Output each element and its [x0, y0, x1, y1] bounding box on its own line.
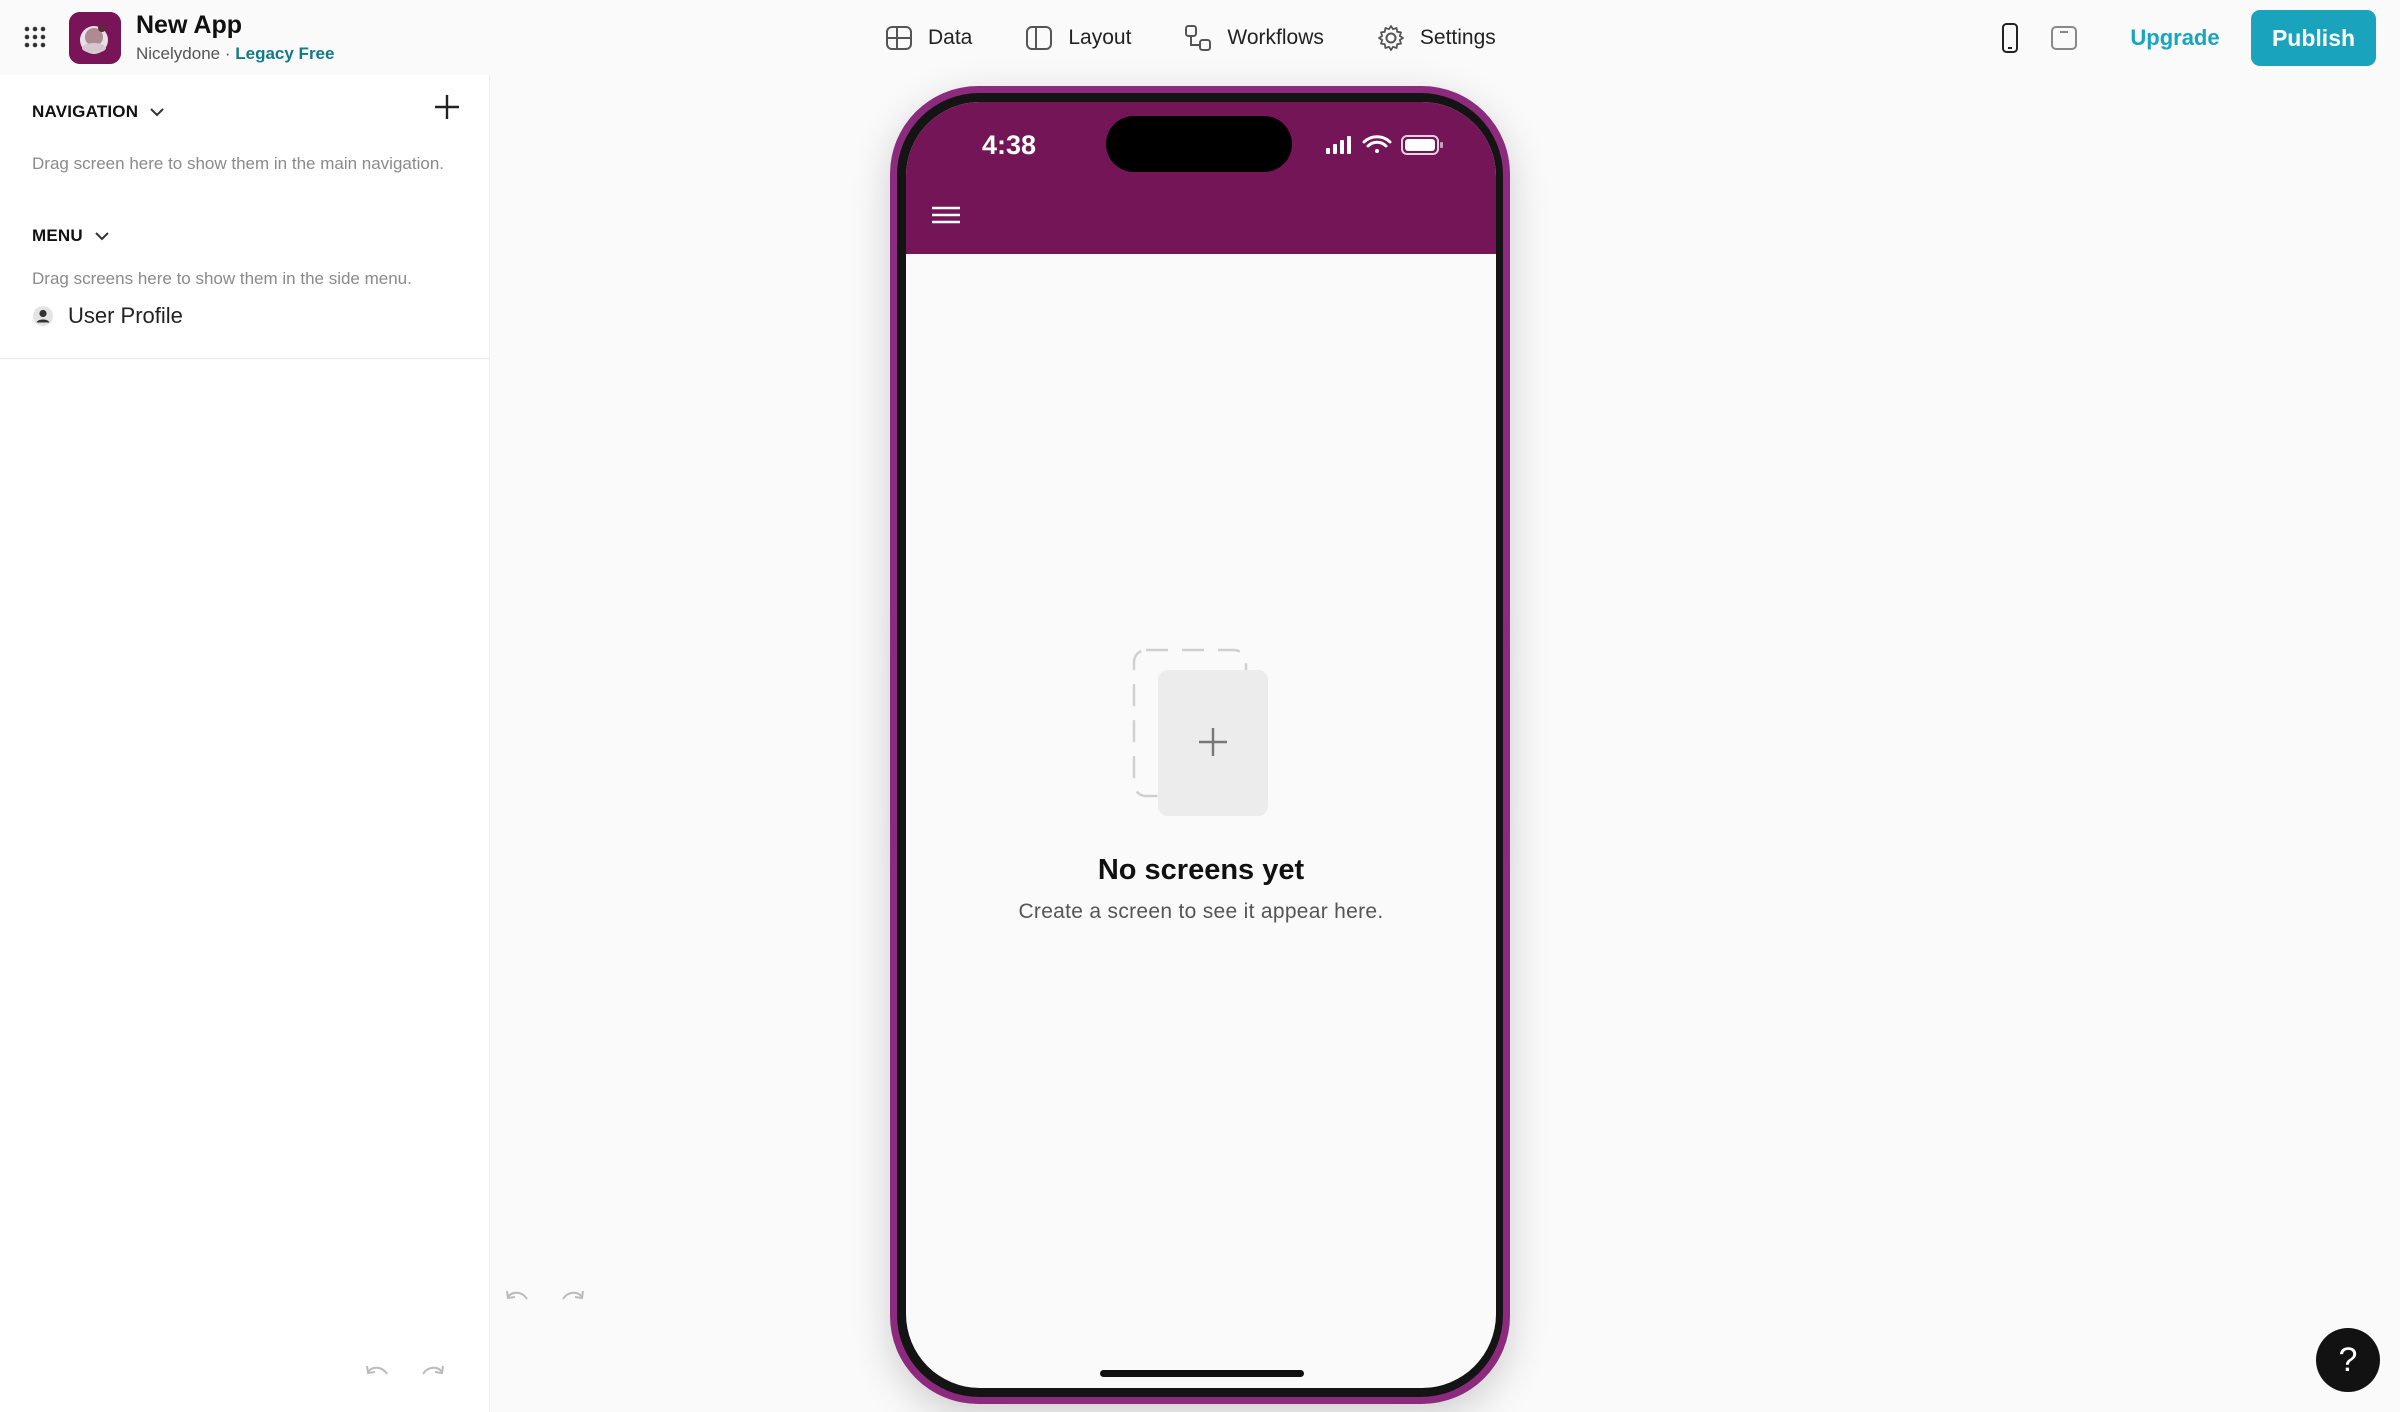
app-logo[interactable] [69, 12, 121, 64]
menu-section-title: MENU [32, 226, 83, 245]
sidebar-history-controls [362, 1360, 448, 1390]
home-indicator [1100, 1370, 1304, 1377]
app-header: 4:38 [906, 102, 1496, 254]
menu-section-toggle[interactable]: MENU [32, 226, 111, 246]
gear-icon [1377, 25, 1404, 51]
hamburger-menu-icon[interactable] [930, 202, 962, 230]
redo-icon[interactable] [418, 1360, 448, 1390]
table-icon [886, 26, 912, 50]
tab-layout[interactable]: Layout [1024, 23, 1131, 53]
undo-icon[interactable] [502, 1285, 532, 1315]
top-bar: New App Nicelydone · Legacy Free Data La… [0, 0, 2400, 75]
chevron-down-icon [95, 232, 109, 241]
add-screen-placeholder-icon[interactable] [1132, 648, 1272, 818]
app-grid-icon[interactable] [20, 22, 50, 52]
app-name[interactable]: New App [136, 11, 242, 40]
tab-settings-label: Settings [1419, 26, 1496, 49]
navigation-section-toggle[interactable]: NAVIGATION [32, 102, 166, 122]
upgrade-button[interactable]: Upgrade [2120, 10, 2230, 66]
help-button[interactable]: ? [2316, 1328, 2380, 1392]
user-icon [33, 306, 53, 326]
app-logo-image [69, 12, 121, 64]
menu-item-label: User Profile [68, 303, 183, 328]
sidebar: NAVIGATION Drag screen here to show them… [0, 75, 490, 1412]
publish-button[interactable]: Publish [2251, 10, 2376, 66]
team-name: Nicelydone [136, 44, 221, 63]
redo-icon[interactable] [558, 1285, 588, 1315]
layout-icon [1026, 26, 1053, 50]
cellular-signal-icon [1326, 136, 1351, 154]
tab-workflows-label: Workflows [1227, 26, 1324, 49]
tab-settings[interactable]: Settings [1376, 23, 1496, 53]
plan-link[interactable]: Legacy Free [235, 44, 334, 63]
empty-state-subtitle: Create a screen to see it appear here. [1018, 900, 1384, 923]
chevron-down-icon [150, 108, 164, 117]
tab-workflows[interactable]: Workflows [1183, 23, 1324, 53]
sidebar-divider [0, 358, 489, 359]
workflows-icon [1185, 25, 1212, 51]
empty-state-title: No screens yet [1097, 854, 1305, 886]
navigation-hint: Drag screen here to show them in the mai… [32, 154, 445, 173]
subtitle-separator: · [224, 44, 231, 63]
tablet-preview-icon[interactable] [2050, 24, 2078, 52]
navigation-section-title: NAVIGATION [32, 102, 139, 121]
dynamic-island [1106, 116, 1292, 172]
status-time: 4:38 [982, 130, 1037, 160]
wifi-icon [1362, 135, 1392, 153]
menu-item-user-profile[interactable]: User Profile [32, 303, 183, 329]
mobile-preview-icon[interactable] [1996, 23, 2024, 53]
tab-data-label: Data [928, 26, 973, 49]
tab-data[interactable]: Data [884, 23, 972, 53]
status-bar-icons [1326, 135, 1443, 155]
battery-icon [1401, 135, 1443, 155]
tab-layout-label: Layout [1068, 26, 1132, 49]
menu-hint: Drag screens here to show them in the si… [32, 269, 412, 288]
canvas-history-controls [502, 1285, 588, 1315]
main-nav: Data Layout Workflows Settings [884, 20, 1496, 56]
app-subtitle: Nicelydone · Legacy Free [136, 44, 334, 64]
add-screen-icon[interactable] [432, 92, 462, 122]
phone-screen: 4:38 No screens yet Create a screen to s… [906, 102, 1496, 1388]
undo-icon[interactable] [362, 1360, 392, 1390]
